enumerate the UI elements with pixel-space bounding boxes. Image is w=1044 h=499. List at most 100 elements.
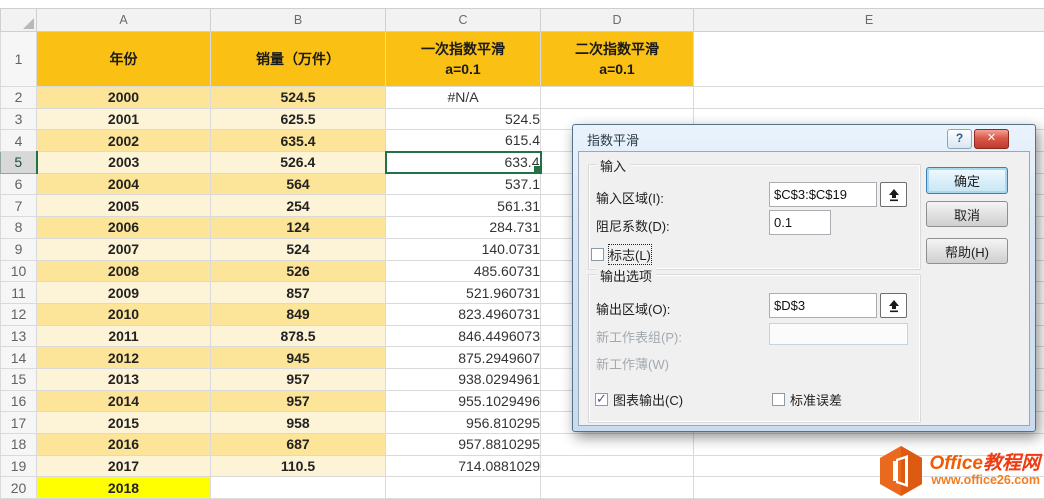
- cell-B17[interactable]: 958: [211, 412, 386, 434]
- cell-B4[interactable]: 635.4: [211, 130, 386, 152]
- output-range-picker-button[interactable]: [880, 293, 907, 318]
- cell-B2[interactable]: 524.5: [211, 87, 386, 109]
- std-error-checkbox-row[interactable]: 标准误差: [772, 390, 842, 409]
- cell-B8[interactable]: 124: [211, 217, 386, 239]
- dialog-help-icon[interactable]: ?: [947, 129, 972, 149]
- row-header-17[interactable]: 17: [1, 412, 37, 434]
- cell-A19[interactable]: 2017: [37, 455, 211, 477]
- row-header-14[interactable]: 14: [1, 347, 37, 369]
- cell-A6[interactable]: 2004: [37, 173, 211, 195]
- std-error-checkbox[interactable]: [772, 393, 785, 406]
- cell-A3[interactable]: 2001: [37, 108, 211, 130]
- cell-C15[interactable]: 938.0294961: [386, 368, 541, 390]
- input-range-field[interactable]: [769, 182, 877, 207]
- header-cell-B1[interactable]: 销量（万件）: [211, 32, 386, 87]
- column-header-A[interactable]: A: [37, 9, 211, 32]
- cell-D20[interactable]: [541, 477, 694, 499]
- column-header-B[interactable]: B: [211, 9, 386, 32]
- chart-output-checkbox-label[interactable]: 图表输出(C): [613, 390, 683, 409]
- row-header-18[interactable]: 18: [1, 434, 37, 456]
- cell-C8[interactable]: 284.731: [386, 217, 541, 239]
- cell-B10[interactable]: 526: [211, 260, 386, 282]
- column-header-E[interactable]: E: [694, 9, 1044, 32]
- cell-E2[interactable]: [694, 87, 1044, 109]
- header-cell-A1[interactable]: 年份: [37, 32, 211, 87]
- row-header-4[interactable]: 4: [1, 130, 37, 152]
- header-cell-E1[interactable]: [694, 32, 1044, 87]
- cell-D2[interactable]: [541, 87, 694, 109]
- cell-A7[interactable]: 2005: [37, 195, 211, 217]
- row-header-3[interactable]: 3: [1, 108, 37, 130]
- cell-A2[interactable]: 2000: [37, 87, 211, 109]
- cell-D19[interactable]: [541, 455, 694, 477]
- cell-C19[interactable]: 714.0881029: [386, 455, 541, 477]
- row-header-12[interactable]: 12: [1, 303, 37, 325]
- cell-B11[interactable]: 857: [211, 282, 386, 304]
- cell-A5[interactable]: 2003: [37, 152, 211, 174]
- cell-C4[interactable]: 615.4: [386, 130, 541, 152]
- row-header-2[interactable]: 2: [1, 87, 37, 109]
- cell-D18[interactable]: [541, 434, 694, 456]
- cell-C2[interactable]: #N/A: [386, 87, 541, 109]
- cell-A10[interactable]: 2008: [37, 260, 211, 282]
- chart-output-checkbox-row[interactable]: 图表输出(C): [595, 390, 683, 409]
- row-header-13[interactable]: 13: [1, 325, 37, 347]
- cell-A14[interactable]: 2012: [37, 347, 211, 369]
- cell-C20[interactable]: [386, 477, 541, 499]
- row-header-11[interactable]: 11: [1, 282, 37, 304]
- row-header-7[interactable]: 7: [1, 195, 37, 217]
- cell-B9[interactable]: 524: [211, 238, 386, 260]
- cell-B12[interactable]: 849: [211, 303, 386, 325]
- cell-A4[interactable]: 2002: [37, 130, 211, 152]
- dialog-close-icon[interactable]: ✕: [974, 129, 1009, 149]
- cell-B14[interactable]: 945: [211, 347, 386, 369]
- row-header-1[interactable]: 1: [1, 32, 37, 87]
- cell-B3[interactable]: 625.5: [211, 108, 386, 130]
- cell-A9[interactable]: 2007: [37, 238, 211, 260]
- header-cell-D1[interactable]: 二次指数平滑a=0.1: [541, 32, 694, 87]
- cell-C13[interactable]: 846.4496073: [386, 325, 541, 347]
- cell-B19[interactable]: 110.5: [211, 455, 386, 477]
- cell-B15[interactable]: 957: [211, 368, 386, 390]
- cell-B13[interactable]: 878.5: [211, 325, 386, 347]
- cell-C14[interactable]: 875.2949607: [386, 347, 541, 369]
- row-header-8[interactable]: 8: [1, 217, 37, 239]
- cell-C17[interactable]: 956.810295: [386, 412, 541, 434]
- cell-A8[interactable]: 2006: [37, 217, 211, 239]
- cell-C5[interactable]: 633.4: [386, 152, 541, 174]
- cell-A20[interactable]: 2018: [37, 477, 211, 499]
- column-header-D[interactable]: D: [541, 9, 694, 32]
- cell-B6[interactable]: 564: [211, 173, 386, 195]
- chart-output-checkbox[interactable]: [595, 393, 608, 406]
- help-button[interactable]: 帮助(H): [926, 238, 1008, 264]
- cell-C16[interactable]: 955.1029496: [386, 390, 541, 412]
- row-header-10[interactable]: 10: [1, 260, 37, 282]
- dialog-titlebar[interactable]: 指数平滑 ? ✕: [573, 125, 1035, 151]
- row-header-9[interactable]: 9: [1, 238, 37, 260]
- cell-C7[interactable]: 561.31: [386, 195, 541, 217]
- labels-checkbox-row[interactable]: 标志(L): [591, 245, 651, 264]
- header-cell-C1[interactable]: 一次指数平滑a=0.1: [386, 32, 541, 87]
- cell-A18[interactable]: 2016: [37, 434, 211, 456]
- cancel-button[interactable]: 取消: [926, 201, 1008, 227]
- cell-A16[interactable]: 2014: [37, 390, 211, 412]
- cell-B20[interactable]: [211, 477, 386, 499]
- output-range-field[interactable]: [769, 293, 877, 318]
- cell-B5[interactable]: 526.4: [211, 152, 386, 174]
- cell-C6[interactable]: 537.1: [386, 173, 541, 195]
- labels-checkbox[interactable]: [591, 248, 604, 261]
- row-header-19[interactable]: 19: [1, 455, 37, 477]
- row-header-15[interactable]: 15: [1, 368, 37, 390]
- cell-A15[interactable]: 2013: [37, 368, 211, 390]
- cell-A11[interactable]: 2009: [37, 282, 211, 304]
- column-header-C[interactable]: C: [386, 9, 541, 32]
- cell-A17[interactable]: 2015: [37, 412, 211, 434]
- row-header-5[interactable]: 5: [1, 152, 37, 174]
- cell-B16[interactable]: 957: [211, 390, 386, 412]
- cell-C18[interactable]: 957.8810295: [386, 434, 541, 456]
- cell-B18[interactable]: 687: [211, 434, 386, 456]
- input-range-picker-button[interactable]: [880, 182, 907, 207]
- cell-C9[interactable]: 140.0731: [386, 238, 541, 260]
- cell-C11[interactable]: 521.960731: [386, 282, 541, 304]
- cell-C10[interactable]: 485.60731: [386, 260, 541, 282]
